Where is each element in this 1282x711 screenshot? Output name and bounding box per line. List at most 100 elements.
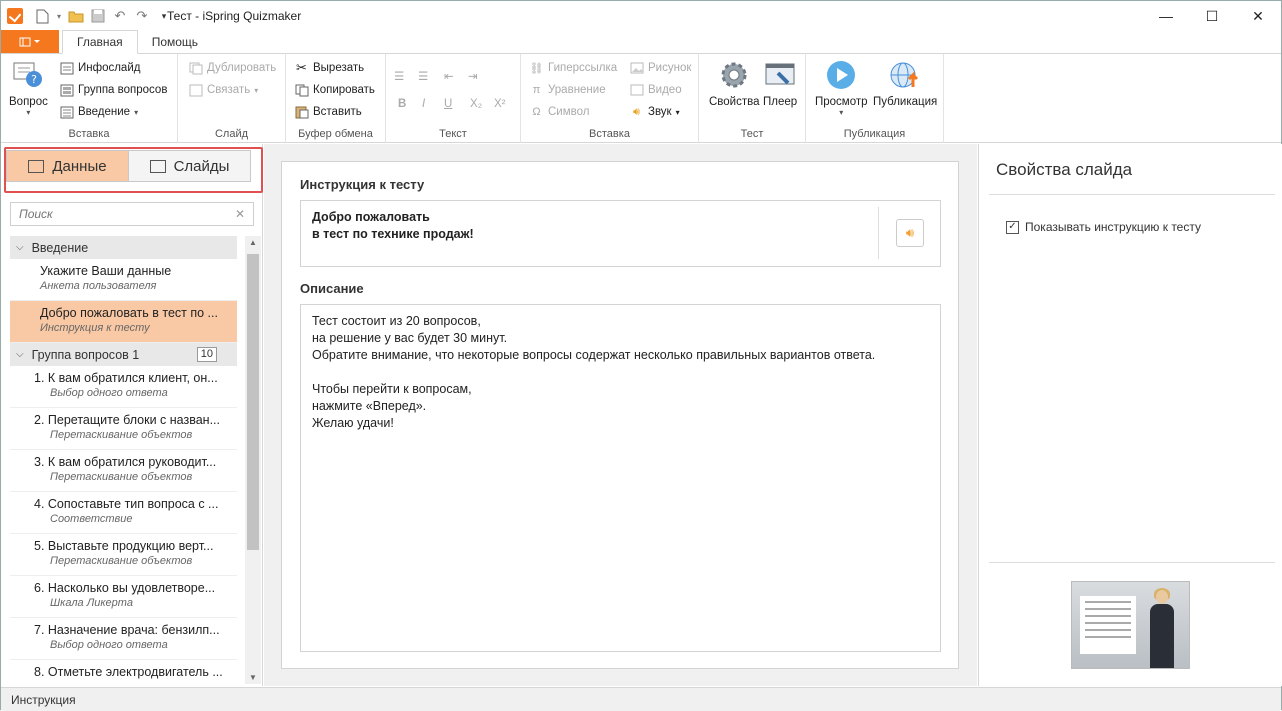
divider <box>989 562 1275 563</box>
divider <box>989 194 1275 195</box>
question-item[interactable]: 5. Выставьте продукцию верт... Перетаски… <box>10 534 237 576</box>
sound-button[interactable]: 🔊︎ Звук ▾ <box>629 102 680 122</box>
equation-button[interactable]: π Уравнение <box>529 80 606 100</box>
picture-button[interactable]: Рисунок <box>629 58 691 78</box>
tab-home[interactable]: Главная <box>62 30 138 54</box>
speaker-icon[interactable]: 🔊︎ <box>896 219 924 247</box>
subscript-button[interactable]: X₂ <box>470 94 482 114</box>
scroll-up-icon[interactable]: ▲ <box>249 238 257 247</box>
link-button[interactable]: Связать ▾ <box>188 80 258 100</box>
italic-button[interactable]: I <box>422 94 425 114</box>
divider <box>878 207 879 259</box>
cut-button[interactable]: ✂ Вырезать <box>294 58 364 78</box>
maximize-icon[interactable]: ☐ <box>1189 1 1235 31</box>
svg-text:?: ? <box>32 73 38 86</box>
undo-icon[interactable]: ↶ <box>111 7 129 25</box>
properties-button[interactable]: Свойства <box>709 58 760 108</box>
group-label-clipboard: Буфер обмена <box>298 128 373 140</box>
bold-button[interactable]: B <box>398 94 406 114</box>
duplicate-button[interactable]: Дублировать <box>188 58 276 78</box>
question-button[interactable]: ? Вопрос ▾ <box>9 58 48 117</box>
picture-icon <box>629 61 644 76</box>
scrollbar-thumb[interactable] <box>247 254 259 550</box>
group-label-slide: Слайд <box>214 128 249 140</box>
slide-thumbnail <box>1071 581 1190 669</box>
question-item[interactable]: 1. К вам обратился клиент, он... Выбор о… <box>10 366 237 408</box>
question-icon: ? <box>11 58 45 92</box>
question-item[interactable]: 6. Насколько вы удовлетворе... Шкала Лик… <box>10 576 237 618</box>
paste-button[interactable]: Вставить <box>294 102 362 122</box>
checkmark-icon[interactable]: ✓ <box>1006 220 1019 234</box>
description-text[interactable]: Тест состоит из 20 вопросов, на решение … <box>301 305 940 440</box>
data-view-button[interactable]: Данные <box>7 151 129 181</box>
scissors-icon: ✂ <box>296 60 307 75</box>
list-item[interactable]: Укажите Ваши данные Анкета пользователя <box>10 259 237 301</box>
decrease-indent-icon[interactable]: ⇤ <box>444 66 454 86</box>
minimize-icon[interactable]: — <box>1143 1 1189 31</box>
save-icon[interactable] <box>89 7 107 25</box>
list-item-selected[interactable]: Добро пожаловать в тест по ... Инструкци… <box>10 301 237 343</box>
status-bar: Инструкция <box>1 687 1281 711</box>
redo-icon[interactable]: ↷ <box>133 7 151 25</box>
intro-button[interactable]: Введение ▾ <box>59 102 138 122</box>
scroll-down-icon[interactable]: ▼ <box>249 673 257 682</box>
slides-view-button[interactable]: Слайды <box>129 151 250 181</box>
group-label-publish: Публикация <box>843 128 906 140</box>
question-item[interactable]: 3. К вам обратился руководит... Перетаск… <box>10 450 237 492</box>
instruction-field[interactable]: Добро пожаловать в тест по технике прода… <box>300 200 941 267</box>
increase-indent-icon[interactable]: ⇥ <box>468 66 478 86</box>
quick-access-toolbar: ▾ ↶ ↷ ▾ <box>1 1 173 31</box>
dropdown-arrow-icon: ▾ <box>675 107 680 117</box>
show-instruction-checkbox[interactable]: ✓ Показывать инструкцию к тесту <box>1006 220 1201 234</box>
equation-icon: π <box>532 84 541 96</box>
ribbon-group-insert-media: ⛓ Гиперссылка π Уравнение Ω Символ Рисун… <box>521 54 699 143</box>
chevron-down-icon[interactable]: ⌵ <box>16 349 24 360</box>
preview-button[interactable]: Просмотр ▾ <box>815 58 868 117</box>
close-icon[interactable]: ✕ <box>1235 1 1281 31</box>
window-title: Тест - iSpring Quizmaker <box>167 9 302 23</box>
question-item[interactable]: 8. Отметьте электродвигатель ... <box>10 660 237 684</box>
question-item[interactable]: 2. Перетащите блоки с назван... Перетаск… <box>10 408 237 450</box>
description-heading: Описание <box>300 281 364 296</box>
chevron-down-icon[interactable]: ⌵ <box>16 242 24 253</box>
infoslide-button[interactable]: Инфослайд <box>59 58 140 78</box>
instruction-text[interactable]: Добро пожаловать в тест по технике прода… <box>301 201 940 251</box>
underline-button[interactable]: U <box>444 94 452 114</box>
hyperlink-button[interactable]: ⛓ Гиперссылка <box>529 58 618 78</box>
player-button[interactable]: Плеер <box>763 58 797 108</box>
symbol-button[interactable]: Ω Символ <box>529 102 589 122</box>
dropdown-arrow-icon[interactable]: ▾ <box>55 7 63 25</box>
publish-button[interactable]: Публикация <box>873 58 937 108</box>
question-item[interactable]: 4. Сопоставьте тип вопроса с ... Соответ… <box>10 492 237 534</box>
description-field[interactable]: Тест состоит из 20 вопросов, на решение … <box>300 304 941 652</box>
slide-card: Инструкция к тесту Добро пожаловать в те… <box>281 161 959 669</box>
section-question-group[interactable]: ⌵ Группа вопросов 1 10 <box>10 343 237 366</box>
file-menu-button[interactable] <box>1 30 59 53</box>
clear-search-icon[interactable]: ✕ <box>235 207 245 221</box>
new-file-icon[interactable] <box>33 7 51 25</box>
question-item[interactable]: 7. Назначение врача: бензилп... Выбор од… <box>10 618 237 660</box>
section-intro[interactable]: ⌵ Введение <box>10 236 237 259</box>
app-logo-icon <box>7 8 23 24</box>
ribbon-tabs: Главная Помощь <box>1 30 1281 54</box>
open-folder-icon[interactable] <box>67 7 85 25</box>
view-switch: Данные Слайды <box>6 150 251 182</box>
slide-properties-panel: Свойства слайда ✓ Показывать инструкцию … <box>978 144 1282 686</box>
dropdown-arrow-icon: ▾ <box>839 108 844 117</box>
ribbon-group-publish: Просмотр ▾ Публикация Публикация <box>806 54 944 143</box>
question-group-button[interactable]: Группа вопросов <box>59 80 167 100</box>
list-icon <box>28 159 45 173</box>
tab-help[interactable]: Помощь <box>138 30 212 53</box>
speaker-icon: 🔊︎ <box>633 105 640 118</box>
superscript-button[interactable]: X² <box>494 94 506 114</box>
bullet-list-icon[interactable]: ☰ <box>394 66 404 86</box>
copy-button[interactable]: Копировать <box>294 80 375 100</box>
player-settings-icon <box>763 58 797 92</box>
video-button[interactable]: Видео <box>629 80 682 100</box>
numbered-list-icon[interactable]: ☰ <box>418 66 428 86</box>
search-input[interactable] <box>19 207 219 221</box>
search-box: ✕ <box>10 202 254 226</box>
infoslide-icon <box>59 61 74 76</box>
ribbon-group-text: ☰ ☰ ⇤ ⇥ B I U X₂ X² Текст <box>386 54 521 143</box>
vertical-scrollbar[interactable]: ▲ ▼ <box>245 236 261 684</box>
